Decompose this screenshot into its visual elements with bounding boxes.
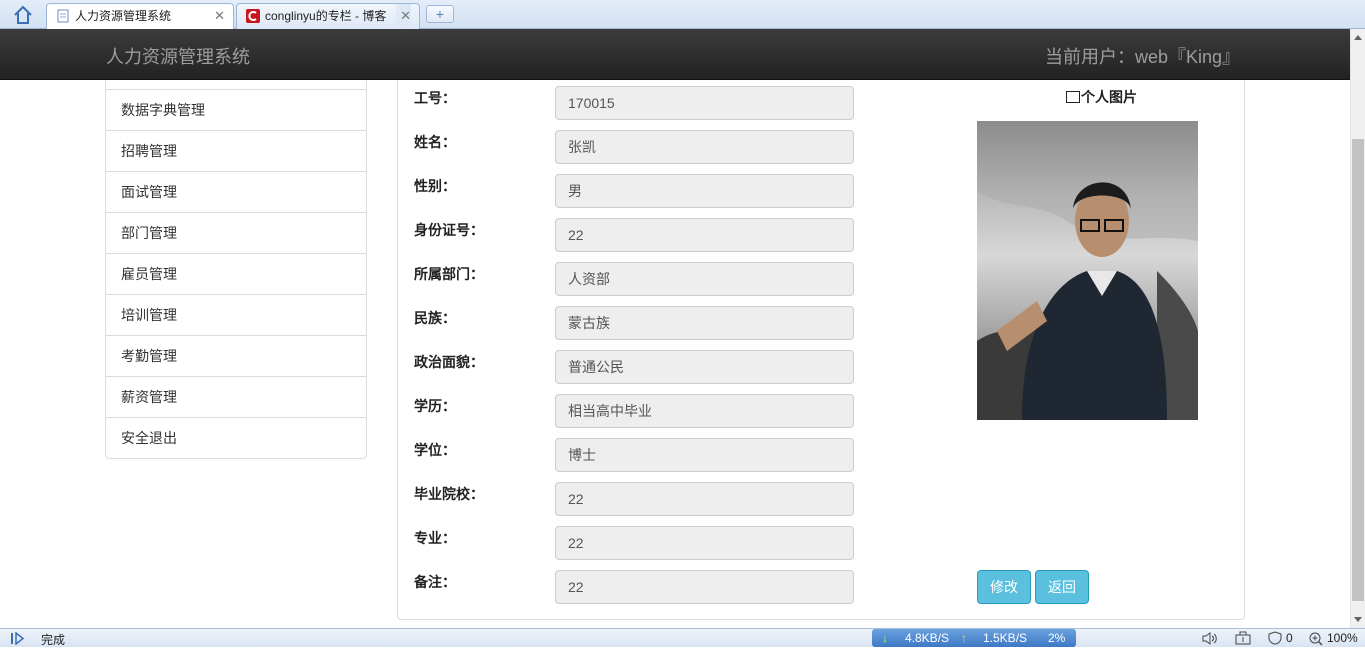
top-navbar: 人力资源管理系统 当前用户：web『King』 <box>0 29 1350 80</box>
major-field[interactable] <box>555 526 854 560</box>
education-label: 学历： <box>414 399 456 415</box>
scroll-down-icon[interactable] <box>1354 617 1362 622</box>
sidebar-toggle-icon[interactable] <box>10 632 26 645</box>
id-card-label: 身份证号： <box>414 223 484 239</box>
cpu-usage: 2% <box>1048 631 1066 645</box>
political-status-label: 政治面貌： <box>414 355 484 371</box>
sidebar-item-attendance[interactable]: 考勤管理 <box>106 335 366 376</box>
tab-title: conglinyu的专栏 - 博客 <box>265 9 387 23</box>
download-speed: 4.8KB/S <box>905 631 950 645</box>
speaker-icon[interactable] <box>1202 632 1218 645</box>
employee-photo <box>977 121 1198 420</box>
photo-title-label: 个人图片 <box>1081 90 1137 106</box>
id-card-field[interactable] <box>555 218 854 252</box>
sidebar-menu: 数据字典管理 招聘管理 面试管理 部门管理 雇员管理 培训管理 考勤管理 薪资管… <box>105 80 367 459</box>
vertical-scrollbar[interactable] <box>1350 29 1365 628</box>
browser-tab-active[interactable]: 人力资源管理系统 ✕ <box>46 3 234 30</box>
picture-icon <box>1066 91 1080 103</box>
gender-label: 性别： <box>414 179 456 195</box>
tab-title: 人力资源管理系统 <box>75 9 172 23</box>
upload-speed: 1.5KB/S <box>983 631 1028 645</box>
name-label: 姓名： <box>414 135 456 151</box>
upload-arrow-icon: ↑ <box>961 631 967 645</box>
department-field[interactable] <box>555 262 854 296</box>
edit-button[interactable]: 修改 <box>977 570 1031 604</box>
employee-id-field[interactable] <box>555 86 854 120</box>
ad-block-count: 0 <box>1286 631 1293 645</box>
employee-id-label: 工号： <box>414 91 456 107</box>
major-label: 专业： <box>414 531 456 547</box>
sidebar-item-department[interactable]: 部门管理 <box>106 212 366 253</box>
network-monitor[interactable]: ↓ 4.8KB/S ↑ 1.5KB/S 2% <box>872 629 1076 647</box>
department-label: 所属部门： <box>414 267 484 283</box>
browser-status-bar: 完成 ↓ 4.8KB/S ↑ 1.5KB/S 2% 0 100% <box>0 628 1365 647</box>
current-user-label: 当前用户：web『King』 <box>1044 47 1240 67</box>
new-tab-button[interactable]: + <box>426 5 454 23</box>
photo-title: 个人图片 <box>1066 87 1137 107</box>
download-arrow-icon: ↓ <box>882 631 888 645</box>
ethnicity-field[interactable] <box>555 306 854 340</box>
browser-tab-csdn[interactable]: conglinyu的专栏 - 博客 ✕ <box>236 3 420 29</box>
remarks-label: 备注： <box>414 575 456 591</box>
tab-close-icon[interactable]: ✕ <box>396 4 411 28</box>
sidebar-item-employee[interactable]: 雇员管理 <box>106 253 366 294</box>
name-field[interactable] <box>555 130 854 164</box>
browser-tab-strip: 人力资源管理系统 ✕ conglinyu的专栏 - 博客 ✕ + <box>0 0 1365 30</box>
sidebar-item-logout[interactable]: 安全退出 <box>106 417 366 458</box>
zoom-icon[interactable] <box>1309 632 1323 646</box>
degree-field[interactable] <box>555 438 854 472</box>
school-label: 毕业院校： <box>414 487 484 503</box>
sidebar-item-salary[interactable]: 薪资管理 <box>106 376 366 417</box>
employee-detail-panel: 工号： 姓名： 性别： 身份证号： 所属部门： 民族： 政治面貌： 学历： 学位… <box>397 80 1245 620</box>
tab-close-icon[interactable]: ✕ <box>214 4 225 28</box>
education-field[interactable] <box>555 394 854 428</box>
back-button[interactable]: 返回 <box>1035 570 1089 604</box>
ethnicity-label: 民族： <box>414 311 456 327</box>
scroll-up-icon[interactable] <box>1354 35 1362 40</box>
sidebar-item-data-dictionary[interactable]: 数据字典管理 <box>106 89 366 130</box>
home-icon[interactable] <box>12 5 34 25</box>
zoom-level[interactable]: 100% <box>1327 631 1358 645</box>
scrollbar-thumb[interactable] <box>1352 139 1364 601</box>
page-icon <box>57 9 69 23</box>
degree-label: 学位： <box>414 443 456 459</box>
gender-field[interactable] <box>555 174 854 208</box>
school-field[interactable] <box>555 482 854 516</box>
ad-block-icon[interactable] <box>1268 631 1282 645</box>
sidebar-item-interview[interactable]: 面试管理 <box>106 171 366 212</box>
csdn-logo-icon <box>246 9 260 23</box>
remarks-field[interactable] <box>555 570 854 604</box>
person-photo-illustration <box>977 121 1198 420</box>
sidebar-item-training[interactable]: 培训管理 <box>106 294 366 335</box>
app-brand[interactable]: 人力资源管理系统 <box>106 43 250 69</box>
toolbox-icon[interactable] <box>1235 631 1251 645</box>
sidebar-item-recruitment[interactable]: 招聘管理 <box>106 130 366 171</box>
status-text: 完成 <box>41 633 66 647</box>
political-status-field[interactable] <box>555 350 854 384</box>
